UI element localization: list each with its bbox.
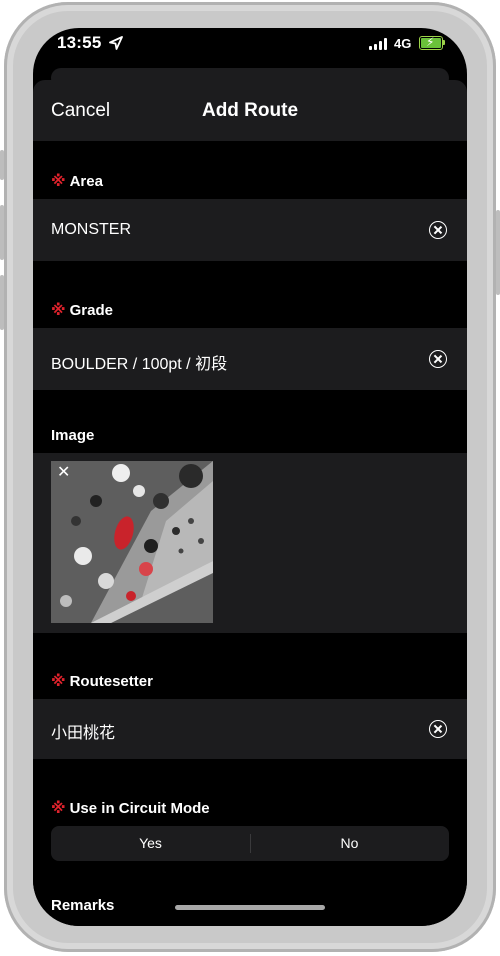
circuit-mode-label: ※ Use in Circuit Mode: [51, 799, 210, 817]
circuit-mode-segmented-control[interactable]: Yes No: [51, 826, 449, 861]
status-bar: 13:55 4G ⚡: [33, 28, 467, 58]
side-button: [0, 275, 4, 330]
area-label: ※ Area: [51, 172, 103, 190]
route-photo-thumbnail[interactable]: ✕: [51, 461, 213, 623]
add-route-sheet: Add Route Cancel ※ Area MONSTER ※ Grade BO…: [33, 80, 467, 926]
required-mark: ※: [51, 173, 66, 190]
routesetter-value[interactable]: 小田桃花: [51, 719, 115, 743]
nav-bar: Add Route Cancel: [33, 80, 467, 141]
status-time: 13:55: [57, 33, 102, 52]
grade-label-text: Grade: [69, 302, 113, 319]
side-button: [0, 205, 4, 260]
image-label: Image: [51, 427, 94, 444]
grade-label: ※ Grade: [51, 301, 113, 319]
required-mark: ※: [51, 673, 66, 690]
phone-screen: 13:55 4G ⚡ Add Route Cancel ※ Area MONSTE…: [33, 28, 467, 926]
clear-icon[interactable]: [429, 350, 447, 368]
side-button: [496, 210, 500, 295]
routesetter-label: ※ Routesetter: [51, 672, 153, 690]
image-section: ✕: [33, 453, 467, 633]
image-label-text: Image: [51, 427, 95, 444]
signal-icon: [369, 38, 389, 50]
area-field[interactable]: MONSTER: [33, 199, 467, 261]
cancel-button[interactable]: Cancel: [51, 100, 110, 122]
clear-icon[interactable]: [429, 720, 447, 738]
required-mark: ※: [51, 800, 66, 817]
side-button: [0, 150, 4, 180]
clear-icon[interactable]: [429, 221, 447, 239]
grade-value[interactable]: BOULDER / 100pt / 初段: [51, 350, 227, 374]
close-icon[interactable]: ✕: [57, 465, 70, 481]
remarks-label-text: Remarks: [51, 897, 115, 914]
area-label-text: Area: [69, 173, 103, 190]
area-value[interactable]: MONSTER: [51, 221, 131, 239]
circuit-yes-option[interactable]: Yes: [51, 826, 250, 861]
network-type: 4G: [394, 36, 412, 51]
battery-tip: [443, 40, 445, 45]
routesetter-field[interactable]: 小田桃花: [33, 699, 467, 759]
required-mark: ※: [51, 302, 66, 319]
circuit-no-option[interactable]: No: [250, 826, 449, 861]
circuit-mode-label-text: Use in Circuit Mode: [69, 800, 210, 817]
location-arrow-icon: [109, 36, 123, 50]
remarks-label: Remarks: [51, 897, 114, 914]
battery-charging-icon: ⚡: [419, 35, 443, 50]
grade-field[interactable]: BOULDER / 100pt / 初段: [33, 328, 467, 390]
climbing-wall-image: [51, 461, 213, 623]
routesetter-label-text: Routesetter: [69, 673, 153, 690]
home-indicator[interactable]: [175, 905, 325, 910]
